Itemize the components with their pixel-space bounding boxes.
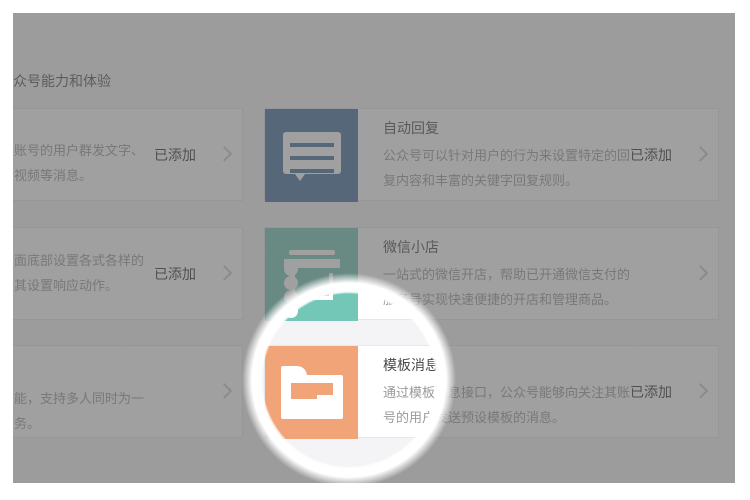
page-background: 众号能力和体验 账号的用户群发文字、视频等消息。已添加面底部设置各式各样的其设置… [0,0,750,500]
tutorial-dim-overlay-spotlight[interactable] [13,13,735,483]
